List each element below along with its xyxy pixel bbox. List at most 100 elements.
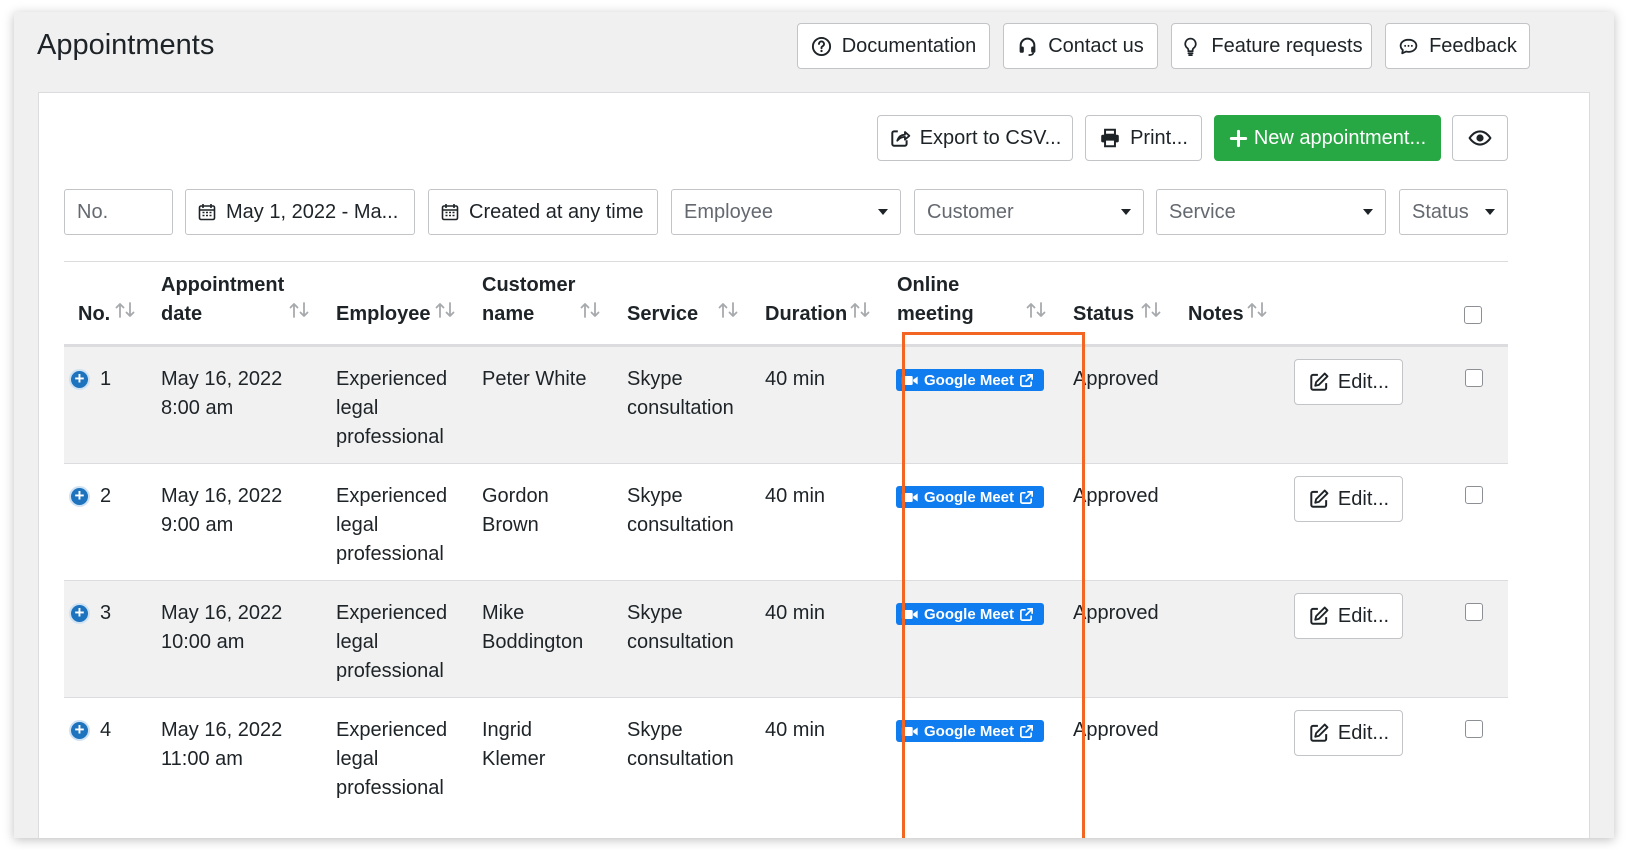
sort-arrows-icon[interactable] [579,301,601,319]
cell-employee: Experienced legal professional [336,482,447,569]
column-employee[interactable]: Employee [336,300,430,329]
documentation-button[interactable]: Documentation [797,23,990,69]
google-meet-link[interactable]: Google Meet [896,369,1044,391]
expand-row-icon[interactable]: + [69,603,90,624]
column-no[interactable]: No. [78,300,110,329]
column-visibility-button[interactable] [1452,115,1508,161]
cell-service-line2: consultation [627,748,734,770]
select-all-checkbox[interactable] [1464,306,1482,324]
cell-service-line2: consultation [627,514,734,536]
expand-row-icon[interactable]: + [69,720,90,741]
cell-service-line1: Skype [627,368,683,390]
cell-customer-line2: Boddington [482,631,584,653]
date-range-filter[interactable]: May 1, 2022 - Ma... [185,189,415,235]
cell-service: Skype consultation [627,482,734,540]
contact-us-label: Contact us [1048,34,1144,57]
row-checkbox[interactable] [1465,369,1483,387]
google-meet-link[interactable]: Google Meet [896,603,1044,625]
row-checkbox[interactable] [1465,486,1483,504]
edit-label: Edit... [1337,604,1390,627]
google-meet-link[interactable]: Google Meet [896,486,1044,508]
cell-duration: 40 min [765,485,826,507]
customer-select[interactable]: Customer [914,189,1144,235]
chevron-down-icon [1485,209,1495,215]
google-meet-link[interactable]: Google Meet [896,720,1044,742]
row-checkbox[interactable] [1465,720,1483,738]
cell-date: May 16, 2022 [161,719,283,741]
expand-row-icon[interactable]: + [69,369,90,390]
number-filter-input[interactable]: No. [64,189,173,235]
cell-customer-line1: Gordon [482,485,549,507]
cell-no: 4 [100,719,112,741]
column-customer-name[interactable]: Customer name [482,271,575,329]
edit-icon [1310,723,1329,742]
column-appointment-date[interactable]: Appointment date [161,271,284,329]
sort-arrows-icon[interactable] [849,301,871,319]
cell-employee: Experienced legal professional [336,599,447,686]
external-link-icon [1020,373,1033,387]
google-meet-label: Google Meet [924,488,1015,506]
cell-employee-line1: Experienced [336,485,448,507]
documentation-label: Documentation [841,34,977,57]
sort-arrows-icon[interactable] [288,301,310,319]
new-appointment-button[interactable]: New appointment... [1214,115,1441,161]
edit-button[interactable]: Edit... [1294,710,1403,756]
divider [64,261,1508,262]
chevron-down-icon [1121,209,1131,215]
status-select[interactable]: Status [1399,189,1508,235]
service-select[interactable]: Service [1156,189,1386,235]
column-notes[interactable]: Notes [1188,300,1244,329]
sort-arrows-icon[interactable] [1025,301,1047,319]
print-button[interactable]: Print... [1085,115,1202,161]
cell-service-line2: consultation [627,397,734,419]
cell-customer-line2: Brown [482,514,539,536]
table-row: + 4 May 16, 2022 11:00 am Experienced le… [64,698,1508,815]
column-status[interactable]: Status [1073,300,1134,329]
feature-requests-button[interactable]: Feature requests [1171,23,1372,69]
question-circle-icon [811,36,831,56]
cell-time: 9:00 am [161,514,234,536]
cell-no: 2 [100,485,112,507]
contact-us-button[interactable]: Contact us [1003,23,1158,69]
export-csv-button[interactable]: Export to CSV... [877,115,1073,161]
edit-icon [1310,489,1329,508]
comment-icon [1399,38,1418,54]
sort-arrows-icon[interactable] [717,301,739,319]
cell-employee-line3: professional [336,777,444,799]
sort-arrows-icon[interactable] [434,301,456,319]
cell-time: 8:00 am [161,397,234,419]
cell-customer-line1: Peter White [482,368,587,390]
edit-button[interactable]: Edit... [1294,359,1403,405]
cell-service-line1: Skype [627,719,683,741]
cell-service: Skype consultation [627,365,734,423]
created-filter[interactable]: Created at any time [428,189,658,235]
column-appointment-date-line1: Appointment [161,274,285,296]
feedback-button[interactable]: Feedback [1385,23,1530,69]
sort-arrows-icon[interactable] [1140,301,1162,319]
cell-no: 3 [100,602,112,624]
column-duration[interactable]: Duration [765,300,847,329]
cell-employee: Experienced legal professional [336,365,447,452]
edit-button[interactable]: Edit... [1294,476,1403,522]
column-online-meeting[interactable]: Online meeting [897,271,974,329]
employee-select[interactable]: Employee [671,189,901,235]
created-filter-value: Created at any time [469,200,644,223]
expand-row-icon[interactable]: + [69,486,90,507]
column-customer-name-line1: Customer [482,274,576,296]
edit-button[interactable]: Edit... [1294,593,1403,639]
cell-appointment-date: May 16, 2022 9:00 am [161,482,282,540]
headset-icon [1019,37,1036,56]
sort-arrows-icon[interactable] [114,301,136,319]
feature-requests-label: Feature requests [1211,34,1363,57]
cell-date: May 16, 2022 [161,368,283,390]
cell-no: 1 [100,368,112,390]
column-service[interactable]: Service [627,300,698,329]
table-row: + 2 May 16, 2022 9:00 am Experienced leg… [64,464,1508,581]
cell-appointment-date: May 16, 2022 10:00 am [161,599,282,657]
cell-customer-line1: Ingrid [482,719,533,741]
cell-service-line1: Skype [627,485,683,507]
calendar-icon [198,204,216,221]
sort-arrows-icon[interactable] [1246,301,1268,319]
row-checkbox[interactable] [1465,603,1483,621]
export-csv-label: Export to CSV... [919,126,1062,149]
